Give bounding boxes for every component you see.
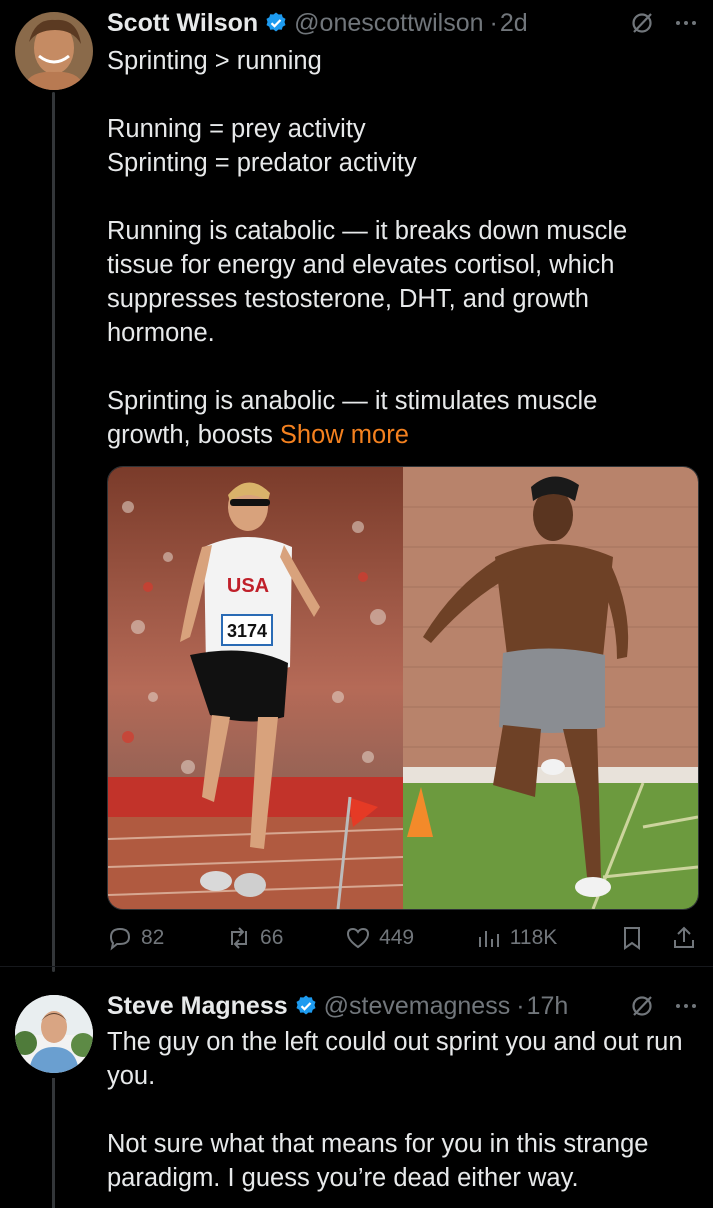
repost-icon [231,927,248,949]
tweet-header-icons [629,10,699,41]
like-button[interactable]: 449 [345,925,414,951]
tweet-header: Steve Magness @stevemagness · 17h [107,989,568,1023]
tweet-media[interactable]: USA 3174 [107,466,699,910]
reply-button[interactable]: 82 [107,925,164,951]
bib-number: 3174 [227,621,267,641]
grok-icon[interactable] [629,10,655,41]
author-handle[interactable]: @onescottwilson [294,9,483,38]
author-handle[interactable]: @stevemagness [324,992,511,1021]
author-name[interactable]: Steve Magness [107,992,288,1021]
repost-button[interactable]: 66 [226,925,283,951]
grok-icon[interactable] [629,993,655,1024]
bookmark-share-group [619,925,697,951]
tweet-divider [0,966,713,967]
like-count: 449 [379,926,415,949]
verified-badge-icon [294,994,318,1018]
views-count: 118K [509,926,558,949]
tweet-body: Sprinting > running Running = prey activ… [107,47,628,449]
reply-count: 82 [141,926,165,949]
verified-badge-icon [264,11,288,35]
more-icon[interactable] [673,993,699,1024]
avatar[interactable] [15,12,93,90]
media-image-sprinter[interactable] [403,467,698,909]
avatar[interactable] [15,995,93,1073]
jersey-country-label: USA [227,575,269,597]
share-icon[interactable] [671,925,697,951]
tweet-header: Scott Wilson @onescottwilson · 2d [107,6,528,40]
show-more-link[interactable]: Show more [280,421,409,449]
timestamp[interactable]: 2d [500,9,528,38]
like-icon [347,927,370,949]
views-button[interactable]: 118K [476,925,558,951]
views-icon [478,931,499,947]
tweet-text: The guy on the left could out sprint you… [107,1028,683,1192]
tweet-header-icons [629,993,699,1024]
author-name[interactable]: Scott Wilson [107,9,258,38]
tweet-text: Sprinting > running Running = prey activ… [107,44,687,452]
bookmark-icon[interactable] [619,925,645,951]
thread-connector [52,92,55,972]
thread-connector-2 [52,1078,55,1208]
separator-dot: · [516,991,525,1020]
timestamp[interactable]: 17h [527,992,569,1021]
reply-icon [109,927,131,951]
media-image-runner[interactable]: USA 3174 [108,467,404,909]
repost-count: 66 [260,926,284,949]
tweet-actions: 82 66 449 118K [107,918,697,958]
separator-dot: · [489,8,498,37]
more-icon[interactable] [673,10,699,41]
